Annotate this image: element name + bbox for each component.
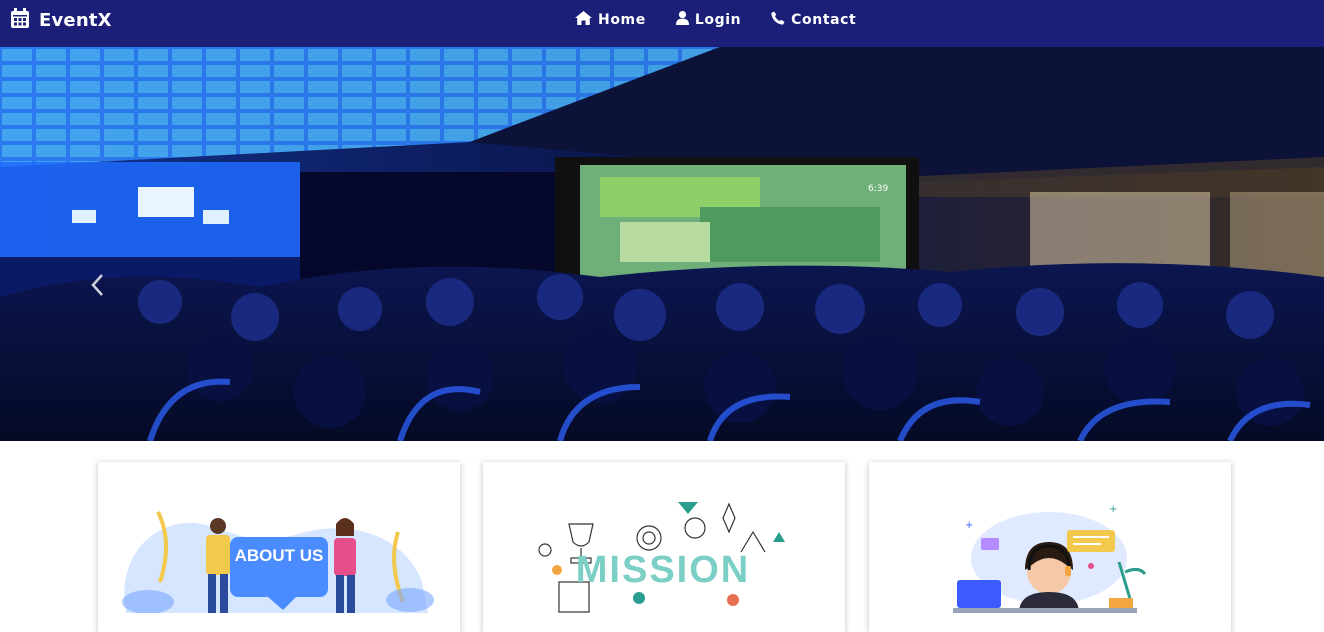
brand-name: EventX <box>39 9 112 31</box>
svg-text:+: + <box>965 520 973 531</box>
support-agent-illustration: + + <box>953 504 1147 613</box>
about-us-illustration: ABOUT US <box>122 511 434 614</box>
brand-link[interactable]: EventX <box>11 8 112 32</box>
screen-clock: 6:39 <box>868 184 888 194</box>
mission-text: MISSION <box>576 549 750 591</box>
support-card[interactable]: + + <box>869 462 1231 632</box>
user-icon <box>675 11 689 29</box>
nav-contact-label: Contact <box>791 12 857 28</box>
navbar: EventX Home Login Contact <box>0 0 1324 47</box>
about-us-text: ABOUT US <box>235 546 324 565</box>
nav-contact[interactable]: Contact <box>771 11 856 29</box>
hero-event-photo: 6:39 <box>0 47 1324 441</box>
phone-icon <box>771 11 785 29</box>
nav-login[interactable]: Login <box>675 11 742 29</box>
svg-text:+: + <box>1109 504 1117 515</box>
nav-home[interactable]: Home <box>575 11 646 29</box>
home-icon <box>575 11 592 29</box>
mission-illustration: MISSION <box>538 502 785 613</box>
nav-login-label: Login <box>694 12 742 28</box>
calendar-icon <box>11 8 29 32</box>
nav-home-label: Home <box>598 12 646 28</box>
about-us-card[interactable]: ABOUT US <box>98 462 460 632</box>
hero-carousel: 6:39 <box>0 47 1324 441</box>
main-nav: Home Login Contact <box>575 11 856 29</box>
mission-card[interactable]: MISSION <box>483 462 845 632</box>
carousel-prev-icon[interactable] <box>90 273 104 297</box>
